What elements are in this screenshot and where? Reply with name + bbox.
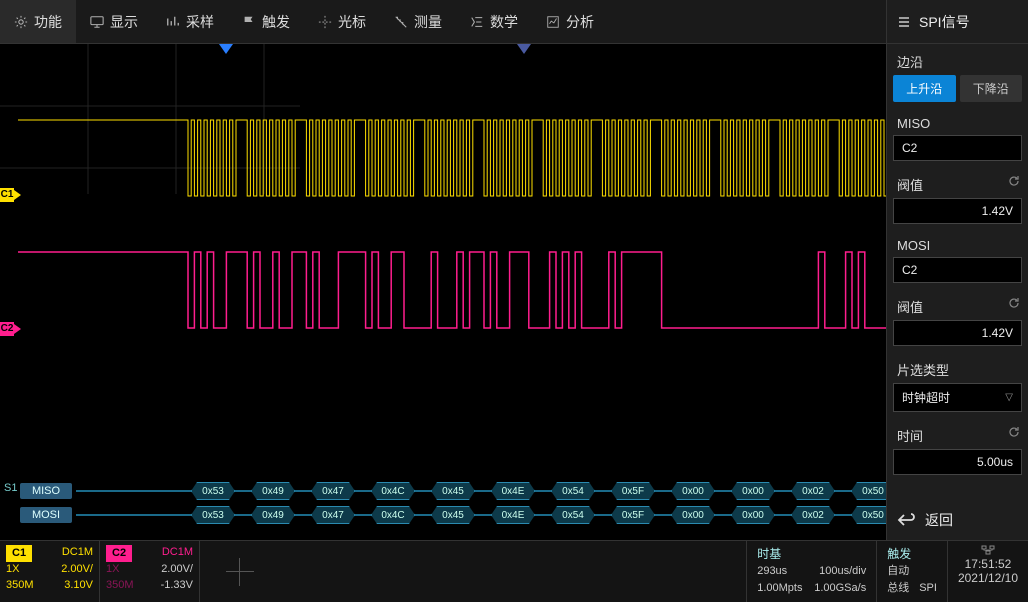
channel-2-block[interactable]: C2 DC1M 1X 2.00V/ 350M -1.33V	[100, 541, 200, 602]
decode-byte: 0x02	[791, 482, 835, 500]
menu-cursor[interactable]: 光标	[304, 0, 380, 43]
decode-byte: 0x53	[191, 482, 235, 500]
edge-label: 边沿	[887, 44, 1028, 75]
menu-label: 功能	[34, 12, 62, 32]
decode-byte: 0x4C	[371, 506, 415, 524]
delay-marker[interactable]	[517, 44, 531, 54]
decode-miso-label: MISO	[20, 483, 72, 499]
cs-type-select[interactable]: 时钟超时▽	[893, 383, 1022, 412]
menu-label: 分析	[566, 12, 594, 32]
decode-bus-label: S1	[4, 480, 20, 494]
sample-icon	[166, 15, 180, 29]
bottom-status-bar: C1 DC1M 1X 2.00V/ 350M 3.10V C2 DC1M 1X …	[0, 540, 1028, 602]
decode-byte: 0x45	[431, 506, 475, 524]
timebase-block[interactable]: 时基 293us100us/div 1.00Mpts1.00GSa/s	[746, 541, 876, 602]
edge-rising-button[interactable]: 上升沿	[893, 75, 956, 102]
miso-source-select[interactable]: C2	[893, 135, 1022, 161]
channel-1-label[interactable]: C1	[0, 188, 14, 202]
decode-byte: 0x47	[311, 506, 355, 524]
decode-byte: 0x4E	[491, 506, 535, 524]
decode-miso-lane[interactable]: 0x530x490x470x4C0x450x4E0x540x5F0x000x00…	[76, 490, 886, 492]
menu-display[interactable]: 显示	[76, 0, 152, 43]
edge-segmented: 上升沿 下降沿	[887, 75, 1028, 108]
decode-byte: 0x49	[251, 506, 295, 524]
refresh-icon[interactable]	[1008, 175, 1020, 187]
analysis-icon	[546, 15, 560, 29]
menu-label: 测量	[414, 12, 442, 32]
decode-byte: 0x00	[731, 506, 775, 524]
trigger-block[interactable]: 触发 自动 总线SPI	[876, 541, 947, 602]
timeout-value[interactable]: 5.00us	[893, 449, 1022, 475]
menu-label: 采样	[186, 12, 214, 32]
waveform-display[interactable]: C1 C2 S1 MISO 0x530x490x470x4C0x450x4E0x…	[0, 44, 886, 540]
miso-label: MISO	[887, 108, 1028, 135]
cursor-icon	[318, 15, 332, 29]
menu-trigger[interactable]: 触发	[228, 0, 304, 43]
chevron-down-icon: ▽	[1005, 392, 1013, 403]
waveform-channel-2	[18, 250, 886, 330]
decode-mosi-lane[interactable]: 0x530x490x470x4C0x450x4E0x540x5F0x000x00…	[76, 514, 886, 516]
flag-icon	[242, 15, 256, 29]
decode-byte: 0x45	[431, 482, 475, 500]
decode-byte: 0x00	[671, 482, 715, 500]
channel-2-label[interactable]: C2	[0, 322, 14, 336]
math-icon	[470, 15, 484, 29]
menu-label: 显示	[110, 12, 138, 32]
decode-byte: 0x00	[731, 482, 775, 500]
network-icon	[981, 545, 995, 555]
decode-byte: 0x5F	[611, 482, 655, 500]
crosshair-icon	[226, 558, 254, 586]
miso-threshold-label: 阀值	[887, 167, 1028, 198]
refresh-icon[interactable]	[1008, 426, 1020, 438]
menu-analysis[interactable]: 分析	[532, 0, 608, 43]
back-arrow-icon	[897, 513, 915, 527]
cursor-block[interactable]	[200, 541, 280, 602]
mosi-source-select[interactable]: C2	[893, 257, 1022, 283]
decode-byte: 0x02	[791, 506, 835, 524]
cs-type-label: 片选类型	[887, 352, 1028, 383]
waveform-channel-1	[18, 118, 886, 198]
decode-byte: 0x4C	[371, 482, 415, 500]
channel-1-block[interactable]: C1 DC1M 1X 2.00V/ 350M 3.10V	[0, 541, 100, 602]
decode-byte: 0x53	[191, 506, 235, 524]
decode-byte: 0x4E	[491, 482, 535, 500]
decode-byte: 0x47	[311, 482, 355, 500]
list-icon	[897, 15, 911, 29]
menu-label: 触发	[262, 12, 290, 32]
edge-falling-button[interactable]: 下降沿	[960, 75, 1023, 102]
spi-signal-panel: SPI信号 边沿 上升沿 下降沿 MISO C2 阀值 1.42V MOSI C…	[886, 0, 1028, 540]
mosi-threshold-label: 阀值	[887, 289, 1028, 320]
monitor-icon	[90, 15, 104, 29]
panel-title: SPI信号	[919, 12, 970, 32]
menu-label: 数学	[490, 12, 518, 32]
menu-measure[interactable]: 测量	[380, 0, 456, 43]
decode-byte: 0x54	[551, 482, 595, 500]
decode-byte: 0x5F	[611, 506, 655, 524]
mosi-label: MOSI	[887, 230, 1028, 257]
miso-threshold-value[interactable]: 1.42V	[893, 198, 1022, 224]
menu-math[interactable]: 数学	[456, 0, 532, 43]
menu-label: 光标	[338, 12, 366, 32]
clock-block[interactable]: 17:51:52 2021/12/10	[947, 541, 1028, 602]
gear-icon	[14, 15, 28, 29]
back-button[interactable]: 返回	[887, 500, 1028, 540]
trigger-position-marker[interactable]	[219, 44, 233, 54]
decode-lanes: S1 MISO 0x530x490x470x4C0x450x4E0x540x5F…	[4, 480, 886, 528]
menu-function[interactable]: 功能	[0, 0, 76, 43]
top-menu-bar: 功能 显示 采样 触发 光标 测量 数学 分析 SIGLENT Trig'd f…	[0, 0, 1028, 44]
refresh-icon[interactable]	[1008, 297, 1020, 309]
decode-mosi-label: MOSI	[20, 507, 72, 523]
menu-acquire[interactable]: 采样	[152, 0, 228, 43]
decode-byte: 0x00	[671, 506, 715, 524]
decode-byte: 0x54	[551, 506, 595, 524]
ruler-icon	[394, 15, 408, 29]
panel-title-row: SPI信号	[887, 0, 1028, 44]
timeout-label: 时间	[887, 418, 1028, 449]
decode-byte: 0x49	[251, 482, 295, 500]
mosi-threshold-value[interactable]: 1.42V	[893, 320, 1022, 346]
